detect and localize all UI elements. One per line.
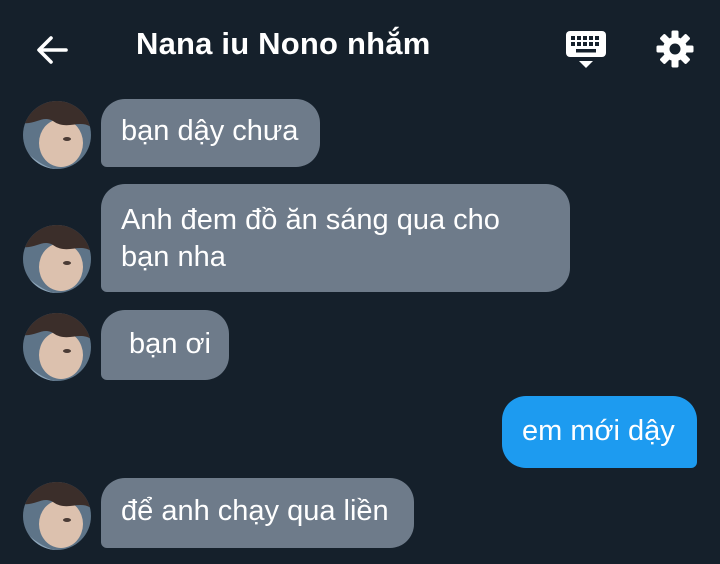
- avatar-photo: [23, 313, 91, 381]
- message-text: bạn ơi: [121, 328, 211, 360]
- arrow-left-icon: [37, 36, 68, 64]
- header-bar: Nana iu Nono nhắm: [0, 0, 720, 96]
- message-text: để anh chạy qua liền: [121, 495, 389, 527]
- chat-screen: Nana iu Nono nhắm bạn dậy chưa Anh đem đ…: [0, 0, 720, 564]
- avatar[interactable]: [23, 313, 91, 381]
- avatar[interactable]: [23, 101, 91, 169]
- message-bubble-incoming[interactable]: để anh chạy qua liền: [101, 478, 414, 548]
- conversation-title: Nana iu Nono nhắm: [136, 26, 431, 61]
- message-bubble-outgoing[interactable]: em mới dậy: [502, 396, 697, 468]
- keyboard-button[interactable]: [562, 28, 610, 72]
- message-bubble-incoming[interactable]: bạn dậy chưa: [101, 99, 320, 167]
- avatar-photo: [23, 101, 91, 169]
- avatar-photo: [23, 482, 91, 550]
- keyboard-icon: [566, 31, 606, 68]
- avatar-photo: [23, 225, 91, 293]
- message-text: bạn dậy chưa: [121, 115, 299, 147]
- gear-icon: [656, 30, 694, 68]
- avatar[interactable]: [23, 225, 91, 293]
- settings-button[interactable]: [652, 26, 698, 72]
- back-button[interactable]: [30, 28, 74, 72]
- message-text-line: Anh đem đồ ăn sáng qua cho: [121, 204, 500, 236]
- avatar[interactable]: [23, 482, 91, 550]
- message-bubble-incoming[interactable]: bạn ơi: [101, 310, 229, 380]
- message-text: em mới dậy: [522, 415, 675, 447]
- message-bubble-incoming[interactable]: Anh đem đồ ăn sáng qua cho bạn nha: [101, 184, 570, 292]
- message-text-line: bạn nha: [121, 241, 226, 273]
